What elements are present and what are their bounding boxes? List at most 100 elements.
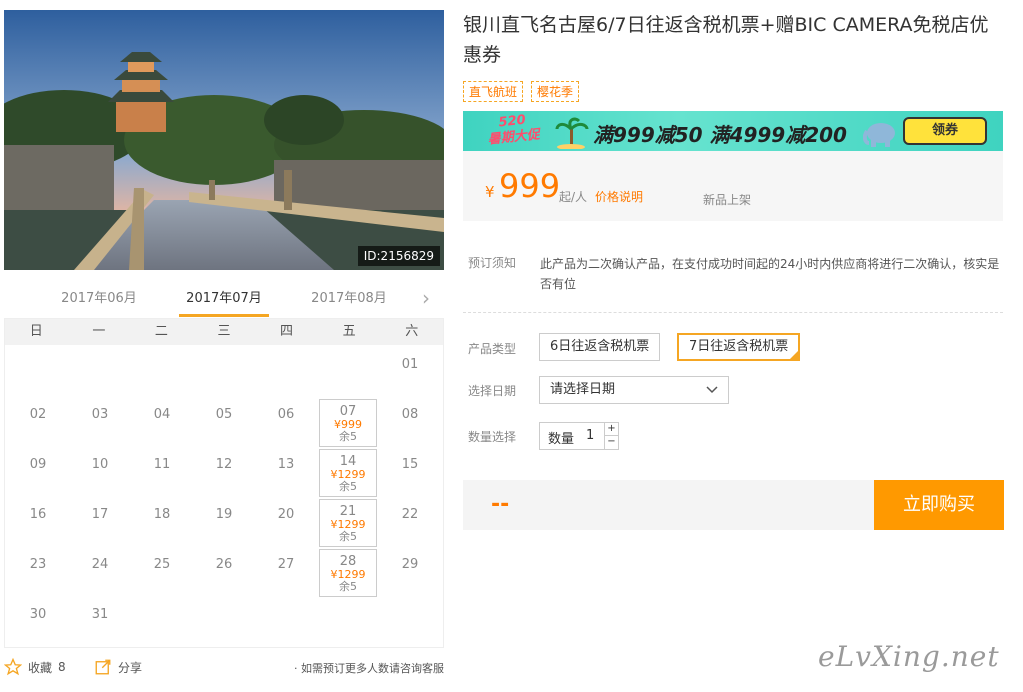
castle-bridge-photo [4,10,444,270]
calendar-day: 04 [131,399,193,449]
chevron-down-icon [706,377,718,412]
calendar-day-number: 21 [339,504,357,519]
calendar-day-remaining: 余5 [339,580,357,593]
calendar-weekday-header: 日 一 二 三 四 五 六 [5,319,443,345]
calendar-day: 11 [131,449,193,499]
weekday-tue: 二 [154,324,168,339]
share-icon [95,659,111,675]
calendar-day: 26 [193,549,255,599]
price-amount: 999 [499,167,561,205]
favorite-count: 8 [58,660,66,674]
calendar-day: 30 [7,599,69,649]
calendar-day: 02 [7,399,69,449]
product-tags: 直飞航班 樱花季 [463,81,580,102]
share-label: 分享 [118,660,143,675]
calendar-day-number: 11 [153,457,171,472]
calendar-day: 31 [69,599,131,649]
promo-banner[interactable]: 520 暑期大促 满999减50 满4999减200 领券 [463,111,1003,151]
calendar-day-number: 19 [215,507,233,522]
calendar-day: 17 [69,499,131,549]
calendar-day-number: 09 [29,457,47,472]
calendar-day-number: 17 [91,507,109,522]
tab-month-june[interactable]: 2017年06月 [54,284,144,314]
calendar-day-number: 16 [29,507,47,522]
calendar-day-number: 27 [277,557,295,572]
calendar-day: 09 [7,449,69,499]
tag-direct-flight: 直飞航班 [463,81,524,102]
calendar-day: 15 [379,449,441,499]
promo-discount-text: 满999减50 满4999减200 [593,123,847,147]
option-7-day-ticket[interactable]: 7日往返含税机票 [677,333,801,361]
tab-month-july[interactable]: 2017年07月 [179,284,269,317]
calendar-day-number: 23 [29,557,47,572]
calendar-day: 18 [131,499,193,549]
calendar-day: 23 [7,549,69,599]
calendar-day-number: 08 [401,407,419,422]
date-select-value: 请选择日期 [550,382,616,397]
weekday-sun: 日 [29,324,43,339]
divider [463,312,1003,313]
calendar-day-number: 13 [277,457,295,472]
product-image: ID:2156829 [4,10,444,270]
action-bar: 收藏 8 分享 · 如需预订更多人数请咨询客服 [4,656,444,680]
calendar-day-number: 02 [29,407,47,422]
palm-tree-icon [555,117,589,149]
calendar-day-number: 20 [277,507,295,522]
calendar-day-remaining: 余5 [339,530,357,543]
calendar-day-number: 05 [215,407,233,422]
calendar-day-number: 15 [401,457,419,472]
calendar-day-available[interactable]: 21 ¥1299 余5 [319,499,377,547]
calendar-day: 05 [193,399,255,449]
site-watermark: eLvXing.net [818,640,1000,673]
new-arrival-badge: 新品上架 [703,193,752,207]
star-icon [4,658,22,676]
calendar-day: 16 [7,499,69,549]
tag-cherry-season: 樱花季 [531,81,580,102]
quantity-inner-label: 数量 [548,432,575,447]
calendar-day-number: 01 [401,357,419,372]
calendar-day: 01 [379,349,441,399]
option-6-day-ticket[interactable]: 6日往返含税机票 [539,333,661,361]
calendar-day-number: 18 [153,507,171,522]
product-title: 银川直飞名古屋6/7日往返含税机票+赠BIC CAMERA免税店优惠券 [463,14,989,66]
calendar-day-number: 22 [401,507,419,522]
price-explain-link[interactable]: 价格说明 [595,188,643,205]
product-type-label: 产品类型 [468,342,517,356]
share-button[interactable]: 分享 [94,658,142,676]
calendar-day: 29 [379,549,441,599]
price-currency: ¥ [485,183,495,201]
quantity-stepper[interactable]: 数量 1 + − [539,422,619,450]
calendar-day-remaining: 余5 [339,480,357,493]
get-coupon-button[interactable]: 领券 [903,117,987,145]
calendar-day-number: 10 [91,457,109,472]
chevron-right-icon[interactable]: › [416,288,436,310]
calendar-day-number: 28 [339,554,357,569]
calendar-day-available[interactable]: 07 ¥999 余5 [319,399,377,447]
favorite-button[interactable]: 收藏 8 [4,658,66,676]
weekday-mon: 一 [92,324,106,339]
tab-month-august[interactable]: 2017年08月 [304,284,394,314]
weekday-thu: 四 [280,324,294,339]
date-select[interactable]: 请选择日期 [539,376,729,404]
calendar-day-number: 31 [91,607,109,622]
calendar-day-number: 24 [91,557,109,572]
total-price: -- [491,492,510,517]
calendar-day-number: 06 [277,407,295,422]
weekday-wed: 三 [217,324,231,339]
date-select-label: 选择日期 [468,384,517,398]
calendar-day-number: 29 [401,557,419,572]
quantity-decrease-button[interactable]: − [604,436,618,449]
calendar-day-number: 25 [153,557,171,572]
quantity-value[interactable]: 1 [586,428,594,443]
calendar-day-available[interactable]: 28 ¥1299 余5 [319,549,377,597]
calendar-day: 25 [131,549,193,599]
quantity-increase-button[interactable]: + [604,423,618,436]
calendar-day: 08 [379,399,441,449]
calendar-day-number: 12 [215,457,233,472]
calendar-day-number: 07 [339,404,357,419]
booking-notice-text: 此产品为二次确认产品，在支付成功时间起的24小时内供应商将进行二次确认，核实是否… [540,257,1000,291]
calendar-day-number: 26 [215,557,233,572]
calendar-day: 20 [255,499,317,549]
calendar-day-available[interactable]: 14 ¥1299 余5 [319,449,377,497]
buy-now-button[interactable]: 立即购买 [874,480,1004,530]
